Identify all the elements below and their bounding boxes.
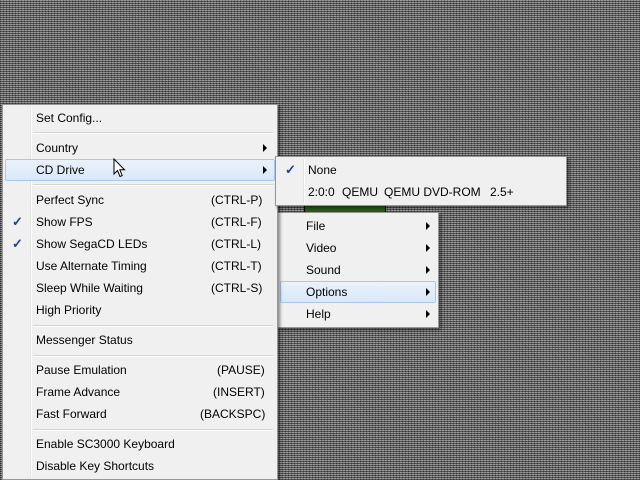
menu-item-perfect-sync[interactable]: Perfect Sync (CTRL-P) (5, 189, 275, 211)
fast-forward-shortcut: (BACKSPC) (200, 407, 266, 421)
sleep-while-waiting-shortcut: (CTRL-S) (211, 281, 263, 295)
menu-separator (33, 325, 273, 327)
country-label: Country (36, 141, 79, 155)
menu-item-file[interactable]: File (280, 215, 436, 237)
cd-drive-label: CD Drive (36, 163, 85, 177)
messenger-status-label: Messenger Status (36, 333, 133, 347)
menu-item-cd-drive[interactable]: CD Drive (5, 159, 275, 181)
checkmark-icon: ✓ (12, 236, 23, 251)
menu-item-cd-none[interactable]: ✓ None (278, 159, 564, 181)
cd-none-label: None (308, 163, 337, 177)
menu-item-disable-key-shortcuts[interactable]: Disable Key Shortcuts (5, 455, 275, 477)
submenu-arrow-icon (426, 310, 430, 318)
fast-forward-label: Fast Forward (36, 407, 107, 421)
checkmark-icon: ✓ (285, 162, 296, 177)
menu-item-sound[interactable]: Sound (280, 259, 436, 281)
main-menu: File Video Sound Options Help (277, 212, 439, 328)
submenu-arrow-icon (426, 288, 430, 296)
menu-item-cd-drive-qemu[interactable]: 2:0:0 QEMU QEMU DVD-ROM 2.5+ (278, 181, 564, 203)
menu-item-country[interactable]: Country (5, 137, 275, 159)
high-priority-label: High Priority (36, 303, 102, 317)
pause-emulation-label: Pause Emulation (36, 363, 127, 377)
menu-item-fast-forward[interactable]: Fast Forward (BACKSPC) (5, 403, 275, 425)
menu-item-show-fps[interactable]: ✓ Show FPS (CTRL-F) (5, 211, 275, 233)
mouse-cursor-icon (113, 158, 126, 178)
submenu-arrow-icon (426, 266, 430, 274)
alternate-timing-label: Use Alternate Timing (36, 259, 147, 273)
menu-separator (33, 184, 273, 186)
menu-item-options-label: Options (306, 285, 348, 299)
disable-key-shortcuts-label: Disable Key Shortcuts (36, 459, 155, 473)
menu-item-video-label: Video (306, 241, 337, 255)
frame-advance-shortcut: (INSERT) (213, 385, 265, 399)
cd-drive-vendor: QEMU (342, 185, 378, 199)
menu-item-video[interactable]: Video (280, 237, 436, 259)
menu-item-sound-label: Sound (306, 263, 341, 277)
menu-item-enable-sc3000-keyboard[interactable]: Enable SC3000 Keyboard (5, 433, 275, 455)
menu-item-sleep-while-waiting[interactable]: Sleep While Waiting (CTRL-S) (5, 277, 275, 299)
menu-item-file-label: File (306, 219, 326, 233)
menu-item-frame-advance[interactable]: Frame Advance (INSERT) (5, 381, 275, 403)
menu-item-messenger-status[interactable]: Messenger Status (5, 329, 275, 351)
show-fps-shortcut: (CTRL-F) (211, 215, 262, 229)
perfect-sync-shortcut: (CTRL-P) (211, 193, 263, 207)
menu-item-pause-emulation[interactable]: Pause Emulation (PAUSE) (5, 359, 275, 381)
cd-drive-menu: ✓ None 2:0:0 QEMU QEMU DVD-ROM 2.5+ (275, 156, 567, 206)
menu-separator (33, 429, 273, 431)
checkmark-icon: ✓ (12, 214, 23, 229)
alternate-timing-shortcut: (CTRL-T) (211, 259, 262, 273)
menu-item-help[interactable]: Help (280, 303, 436, 325)
menu-separator (33, 132, 273, 134)
submenu-arrow-icon (263, 166, 267, 174)
menu-item-alternate-timing[interactable]: Use Alternate Timing (CTRL-T) (5, 255, 275, 277)
frame-advance-label: Frame Advance (36, 385, 121, 399)
menu-item-options[interactable]: Options (280, 281, 436, 303)
sleep-while-waiting-label: Sleep While Waiting (36, 281, 143, 295)
perfect-sync-label: Perfect Sync (36, 193, 105, 207)
submenu-arrow-icon (426, 244, 430, 252)
cd-drive-revision: 2.5+ (490, 185, 514, 199)
menu-item-show-segacd-leds[interactable]: ✓ Show SegaCD LEDs (CTRL-L) (5, 233, 275, 255)
menu-separator (33, 355, 273, 357)
enable-sc3000-keyboard-label: Enable SC3000 Keyboard (36, 437, 175, 451)
show-segacd-leds-shortcut: (CTRL-L) (211, 237, 261, 251)
menu-item-set-config[interactable]: Set Config... (5, 107, 275, 129)
submenu-arrow-icon (426, 222, 430, 230)
show-fps-label: Show FPS (36, 215, 93, 229)
menu-item-high-priority[interactable]: High Priority (5, 299, 275, 321)
cd-drive-model: QEMU DVD-ROM (384, 185, 481, 199)
set-config-label: Set Config... (36, 111, 103, 125)
show-segacd-leds-label: Show SegaCD LEDs (36, 237, 148, 251)
options-menu: Set Config... Country CD Drive Perfect S… (2, 104, 278, 480)
submenu-arrow-icon (263, 144, 267, 152)
menu-item-help-label: Help (306, 307, 331, 321)
pause-emulation-shortcut: (PAUSE) (217, 363, 265, 377)
cd-drive-address: 2:0:0 (308, 185, 335, 199)
